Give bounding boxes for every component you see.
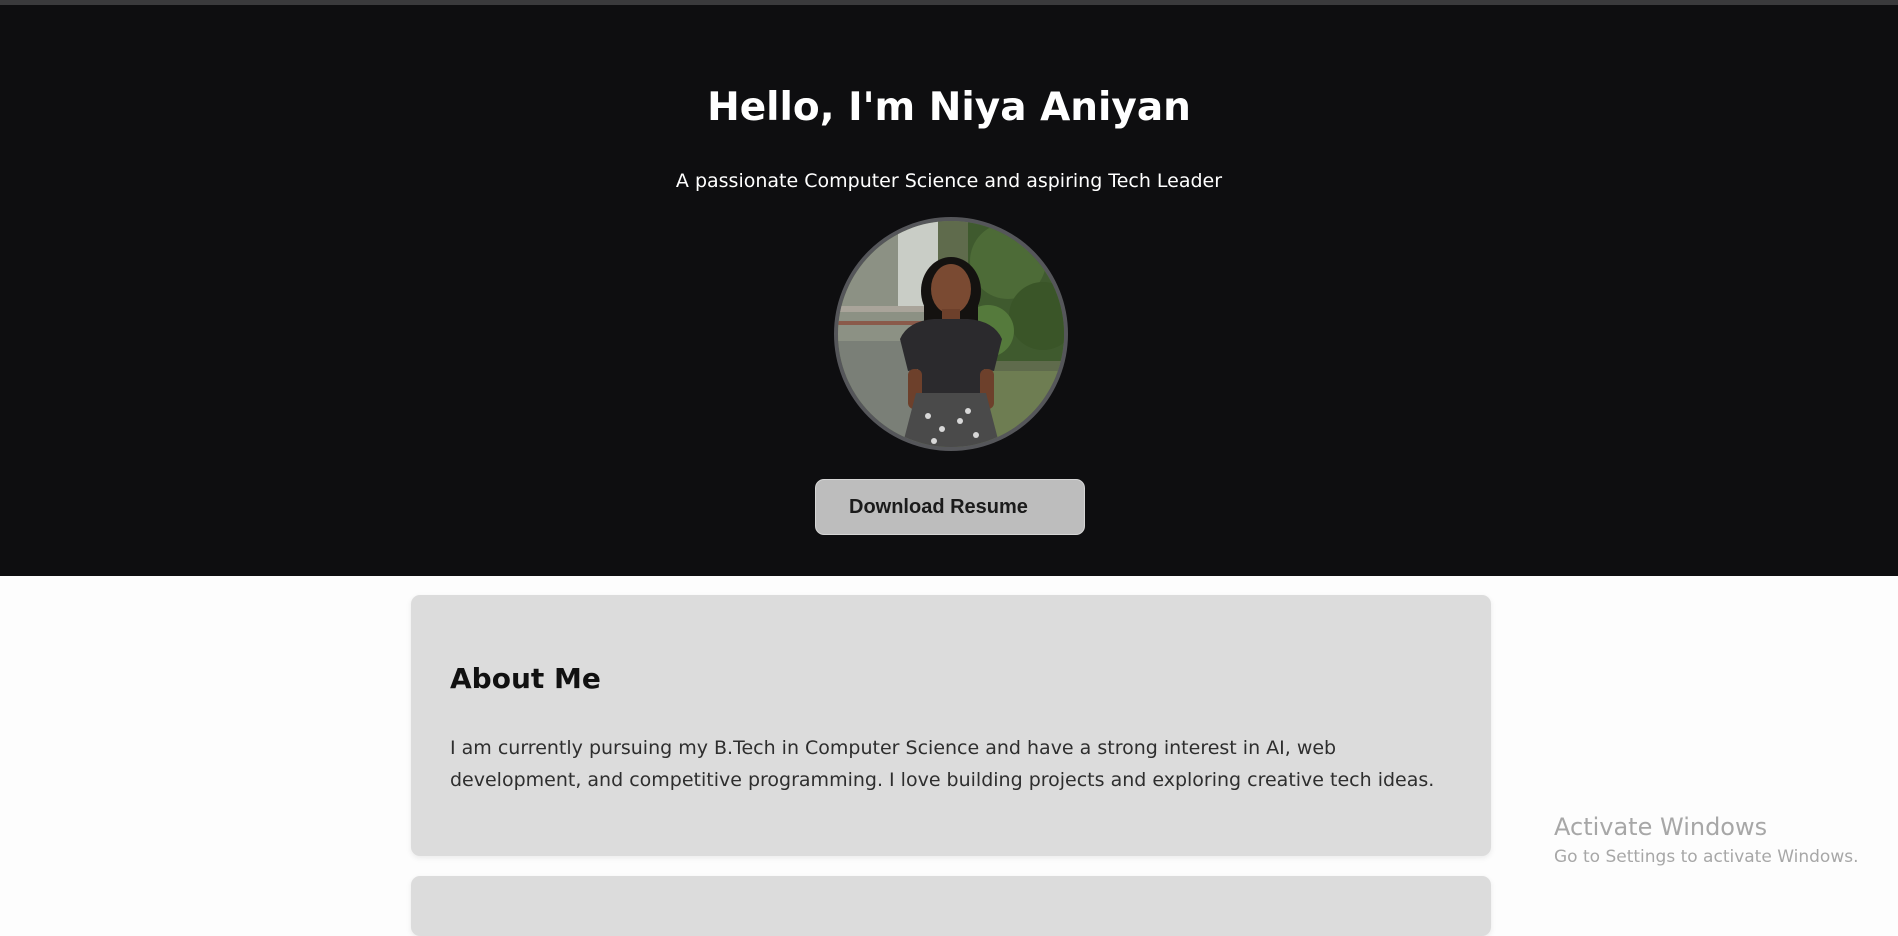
hero-title: Hello, I'm Niya Aniyan (707, 85, 1191, 130)
about-me-text: I am currently pursuing my B.Tech in Com… (450, 737, 1435, 791)
profile-photo-illustration (838, 221, 1064, 447)
about-me-card: About Me I am currently pursuing my B.Te… (411, 595, 1491, 856)
activate-windows-subtitle: Go to Settings to activate Windows. (1554, 847, 1859, 867)
profile-photo (834, 217, 1068, 451)
next-section-card (411, 876, 1491, 936)
hero-subtitle: A passionate Computer Science and aspiri… (675, 170, 1223, 192)
hero-section: Hello, I'm Niya Aniyan A passionate Comp… (0, 5, 1898, 576)
download-resume-button[interactable]: Download Resume (815, 479, 1085, 535)
about-me-heading: About Me (450, 662, 601, 695)
activate-windows-title: Activate Windows (1554, 813, 1768, 841)
